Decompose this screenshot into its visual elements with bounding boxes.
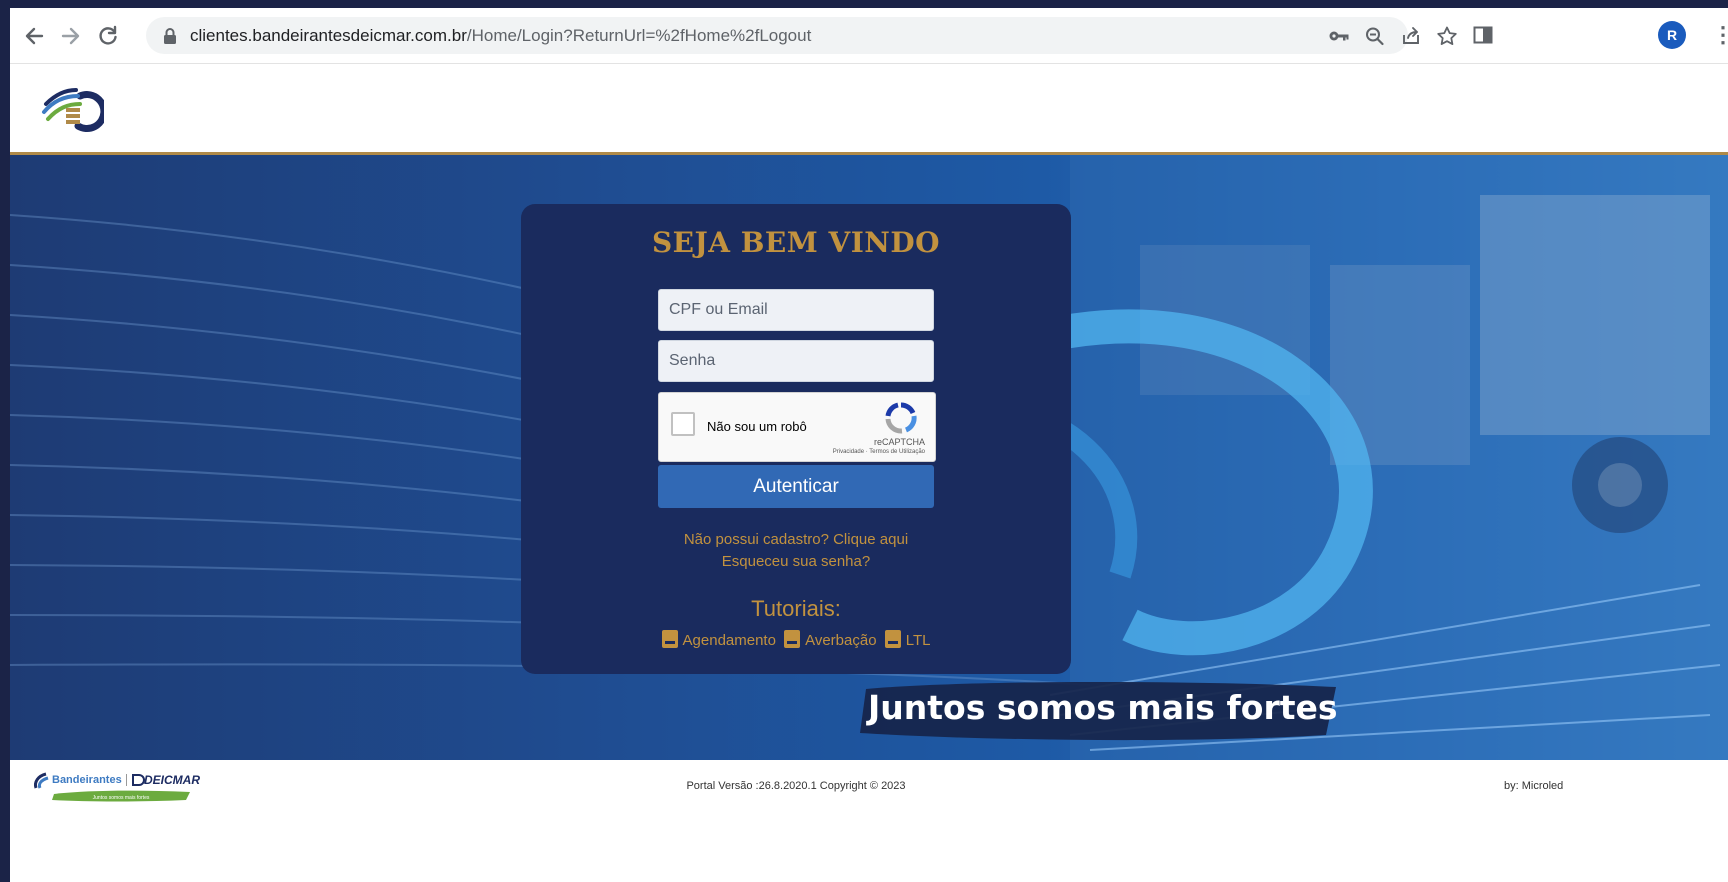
hero-banner: SEJA BEM VINDO Não sou um robô reCAPTCHA… <box>10 155 1728 760</box>
register-link[interactable]: Não possui cadastro? Clique aqui <box>521 531 1071 548</box>
url-path: /Home/Login?ReturnUrl=%2fHome%2fLogout <box>466 26 812 45</box>
portal-version-text: Portal Versão :26.8.2020.1 Copyright © 2… <box>686 780 906 792</box>
tutorials-heading: Tutoriais: <box>751 596 841 621</box>
tutorials-list: Agendamento Averbação LTL <box>521 630 1071 649</box>
developer-credit: by: Microled <box>1504 780 1564 792</box>
page-footer: Bandeirantes DEICMAR Juntos somos mais f… <box>10 760 1728 882</box>
recaptcha-label: Não sou um robô <box>707 419 807 434</box>
book-icon <box>784 630 801 648</box>
lock-icon[interactable] <box>162 27 178 45</box>
site-header <box>10 64 1728 155</box>
url-host: clientes.bandeirantesdeicmar.com.br <box>190 26 467 45</box>
recaptcha-terms-link[interactable]: Privacidade · Termos de Utilização <box>833 449 925 455</box>
url-text[interactable]: clientes.bandeirantesdeicmar.com.br/Home… <box>190 26 811 46</box>
welcome-title: SEJA BEM VINDO <box>651 226 941 259</box>
footer-brand-tagline: Juntos somos mais fortes <box>93 795 150 801</box>
password-input[interactable] <box>658 340 934 382</box>
cpf-email-input[interactable] <box>658 289 934 331</box>
key-icon[interactable] <box>1328 26 1350 46</box>
profile-avatar[interactable]: R <box>1658 21 1686 49</box>
kebab-menu-icon[interactable]: ⋮ <box>1712 22 1728 48</box>
browser-window: clientes.bandeirantesdeicmar.com.br/Home… <box>10 8 1728 882</box>
tutorial-link-agendamento[interactable]: Agendamento <box>661 630 776 649</box>
share-icon[interactable] <box>1400 26 1422 46</box>
recaptcha-brand: reCAPTCHA <box>873 437 925 447</box>
tutorial-link-ltl[interactable]: LTL <box>884 630 931 649</box>
address-bar[interactable]: clientes.bandeirantesdeicmar.com.br/Home… <box>146 17 1457 54</box>
tutorial-label: LTL <box>905 632 931 649</box>
zoom-out-icon[interactable] <box>1364 26 1386 46</box>
side-panel-icon[interactable] <box>1472 24 1494 46</box>
tutorial-label: Agendamento <box>682 632 776 649</box>
book-icon <box>661 630 678 648</box>
tutorial-label: Averbação <box>805 632 877 649</box>
recaptcha-checkbox[interactable] <box>671 412 695 436</box>
star-icon[interactable] <box>1436 26 1458 46</box>
authenticate-button[interactable]: Autenticar <box>658 465 934 508</box>
slogan-text: Juntos somos mais fortes <box>868 688 1338 727</box>
login-card: SEJA BEM VINDO Não sou um robô reCAPTCHA… <box>521 204 1071 674</box>
tutorial-link-averbacao[interactable]: Averbação <box>784 630 877 649</box>
reload-icon[interactable] <box>94 22 122 50</box>
company-logo[interactable] <box>40 82 104 134</box>
recaptcha-widget: Não sou um robô reCAPTCHA Privacidade · … <box>658 392 936 462</box>
recaptcha-logo-icon <box>885 402 917 434</box>
forgot-password-link[interactable]: Esqueceu sua senha? <box>521 553 1071 570</box>
forward-arrow-icon[interactable] <box>57 22 85 50</box>
back-arrow-icon[interactable] <box>20 22 48 50</box>
browser-toolbar: clientes.bandeirantesdeicmar.com.br/Home… <box>10 8 1728 64</box>
book-icon <box>884 630 901 648</box>
